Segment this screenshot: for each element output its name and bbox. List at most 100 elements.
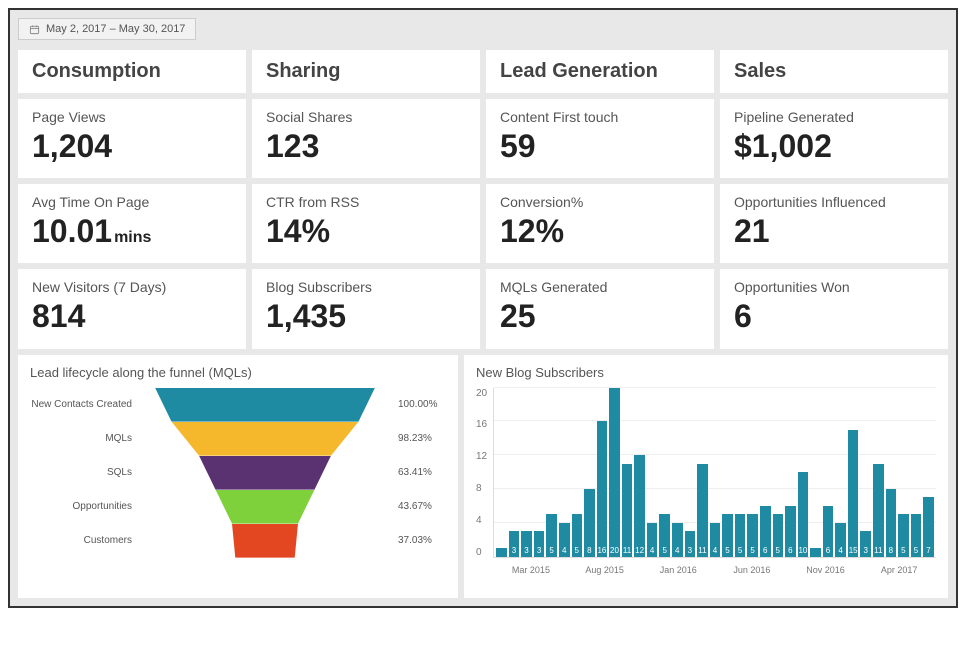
bar-value-label: 4 — [675, 546, 679, 555]
bar-value-label: 15 — [849, 546, 858, 555]
y-tick: 12 — [476, 451, 487, 462]
metric-value: 6 — [734, 299, 934, 334]
bar: 10 — [798, 472, 809, 557]
date-range-picker[interactable]: May 2, 2017 – May 30, 2017 — [18, 18, 196, 40]
bar: 15 — [848, 430, 859, 557]
bar: 4 — [835, 523, 846, 557]
bar: 6 — [785, 506, 796, 557]
bar: 5 — [659, 514, 670, 556]
funnel-stage-shape — [140, 524, 390, 558]
grid-line — [494, 454, 936, 455]
dashboard-frame: May 2, 2017 – May 30, 2017 Consumption S… — [8, 8, 958, 608]
col-header-sales: Sales — [720, 50, 948, 93]
bar-value-label: 10 — [798, 546, 807, 555]
funnel-stage-label: MQLs — [30, 433, 140, 444]
metric-label: Avg Time On Page — [32, 194, 232, 210]
date-range-text: May 2, 2017 – May 30, 2017 — [46, 23, 185, 35]
metric-opps-won: Opportunities Won 6 — [720, 269, 948, 348]
bar: 11 — [873, 464, 884, 557]
funnel-stage-pct: 100.00% — [390, 399, 446, 410]
metric-content-first-touch: Content First touch 59 — [486, 99, 714, 178]
metric-label: Blog Subscribers — [266, 279, 466, 295]
bar-value-label: 11 — [623, 546, 631, 555]
bar-value-label: 8 — [587, 546, 591, 555]
bar: 6 — [760, 506, 771, 557]
bar-value-label: 5 — [776, 546, 780, 555]
funnel-stage-shape — [140, 388, 390, 422]
bar-value-label: 5 — [549, 546, 553, 555]
metric-value: 10.01mins — [32, 214, 232, 249]
metric-label: Pipeline Generated — [734, 109, 934, 125]
bar-value-label: 8 — [889, 546, 893, 555]
metric-label: CTR from RSS — [266, 194, 466, 210]
grid-line — [494, 387, 936, 388]
bar: 8 — [584, 489, 595, 557]
bar: 8 — [886, 489, 897, 557]
funnel-stage-pct: 43.67% — [390, 501, 446, 512]
funnel-stage: SQLs63.41% — [30, 456, 446, 490]
bar: 5 — [773, 514, 784, 556]
plot-area: Mar 2015Aug 2015Jan 2016Jun 2016Nov 2016… — [493, 388, 936, 558]
grid-line — [494, 420, 936, 421]
bar: 5 — [898, 514, 909, 556]
bar: 5 — [747, 514, 758, 556]
funnel-stage-shape — [140, 490, 390, 524]
bar-value-label: 3 — [537, 546, 541, 555]
bar: 5 — [722, 514, 733, 556]
bar-value-label: 11 — [874, 546, 882, 555]
bar-value-label: 6 — [788, 546, 792, 555]
charts-row: Lead lifecycle along the funnel (MQLs) N… — [18, 355, 948, 598]
bar: 12 — [634, 455, 645, 556]
bar: 11 — [697, 464, 708, 557]
bar-value-label: 6 — [826, 546, 830, 555]
value-unit: mins — [114, 229, 151, 246]
bar-value-label: 5 — [662, 546, 666, 555]
metric-blog-subscribers: Blog Subscribers 1,435 — [252, 269, 480, 348]
metric-label: Conversion% — [500, 194, 700, 210]
bar-value-label: 20 — [610, 546, 619, 555]
bar-value-label: 16 — [597, 546, 606, 555]
bar-chart-card: New Blog Subscribers 201612840 Mar 2015A… — [464, 355, 948, 598]
bar-value-label: 4 — [650, 546, 654, 555]
bar: 4 — [710, 523, 721, 557]
bar: 4 — [647, 523, 658, 557]
funnel-stage-pct: 37.03% — [390, 535, 446, 546]
bar-value-label: 5 — [914, 546, 918, 555]
bar: 16 — [597, 421, 608, 556]
x-tick: Aug 2015 — [568, 565, 642, 575]
metric-ctr-rss: CTR from RSS 14% — [252, 184, 480, 263]
bar: 5 — [911, 514, 922, 556]
bar: 5 — [735, 514, 746, 556]
metric-label: Social Shares — [266, 109, 466, 125]
metric-label: MQLs Generated — [500, 279, 700, 295]
bar-value-label: 6 — [763, 546, 767, 555]
funnel-stage: MQLs98.23% — [30, 422, 446, 456]
metric-social-shares: Social Shares 123 — [252, 99, 480, 178]
funnel-stage-label: Customers — [30, 535, 140, 546]
metric-new-visitors: New Visitors (7 Days) 814 — [18, 269, 246, 348]
bar: 7 — [923, 497, 934, 556]
metric-value: 1,435 — [266, 299, 466, 334]
y-tick: 20 — [476, 388, 487, 399]
metric-value: 123 — [266, 129, 466, 164]
bar: 3 — [685, 531, 696, 556]
bar: 3 — [534, 531, 545, 556]
bar: 4 — [559, 523, 570, 557]
bar-value-label: 5 — [725, 546, 729, 555]
bar-value-label: 5 — [575, 546, 579, 555]
funnel-stage: Customers 37.03% — [30, 524, 446, 558]
funnel-stage-label: Opportunities — [30, 501, 140, 512]
bar: 3 — [521, 531, 532, 556]
metrics-grid: Consumption Sharing Lead Generation Sale… — [18, 50, 948, 349]
metric-value: $1,002 — [734, 129, 934, 164]
funnel-stage: New Contacts Created100.00% — [30, 388, 446, 422]
bar — [496, 548, 507, 556]
y-tick: 4 — [476, 515, 487, 526]
bar: 11 — [622, 464, 633, 557]
x-tick: Jan 2016 — [641, 565, 715, 575]
bar-value-label: 5 — [738, 546, 742, 555]
metric-value: 59 — [500, 129, 700, 164]
metric-label: Opportunities Influenced — [734, 194, 934, 210]
y-tick: 16 — [476, 419, 487, 430]
bar — [810, 548, 821, 556]
